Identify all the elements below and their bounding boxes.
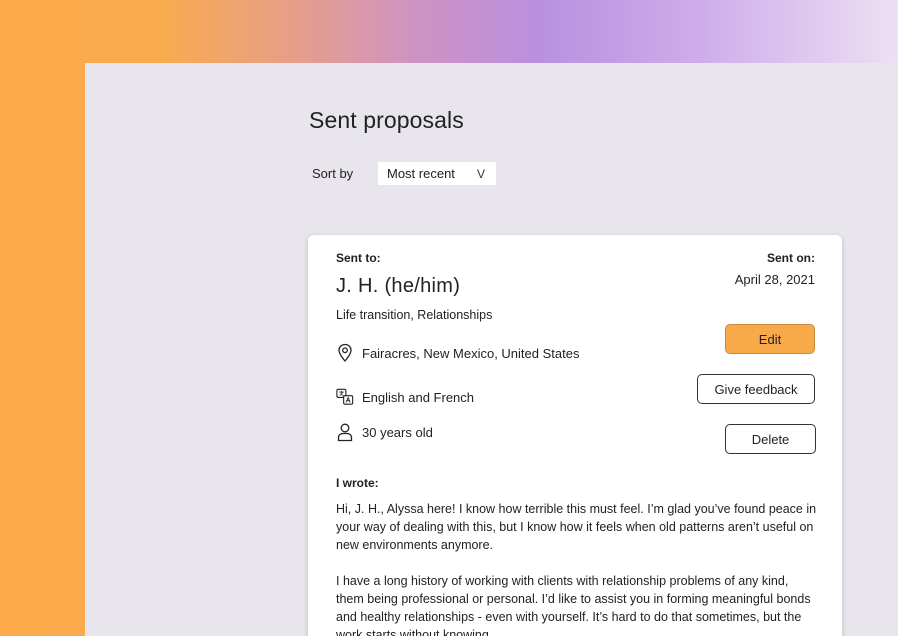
map-pin-icon <box>336 343 354 363</box>
sort-selected-value: Most recent <box>387 166 455 181</box>
sent-to-label: Sent to: <box>336 251 381 265</box>
chevron-down-icon: V <box>476 166 485 181</box>
main-panel: Sent proposals Sort by Most recent V Sen… <box>85 63 898 636</box>
recipient-name: J. H. (he/him) <box>336 275 461 297</box>
language-text: English and French <box>362 389 475 405</box>
message-paragraph: I have a long history of working with cl… <box>336 574 811 636</box>
age-row: 30 years old <box>336 422 433 442</box>
age-text: 30 years old <box>362 424 433 440</box>
language-row: English and French <box>336 387 474 407</box>
delete-button[interactable]: Delete <box>725 424 816 454</box>
message-paragraph: Hi, J. H., Alyssa here! I know how terri… <box>336 502 817 552</box>
sent-on-label: Sent on: <box>767 251 815 265</box>
translate-icon <box>336 387 354 407</box>
proposal-message: Hi, J. H., Alyssa here! I know how terri… <box>336 500 818 636</box>
recipient-topics: Life transition, Relationships <box>336 308 493 322</box>
sort-label: Sort by <box>312 166 354 181</box>
edit-button[interactable]: Edit <box>725 324 815 354</box>
page-title: Sent proposals <box>309 107 464 133</box>
give-feedback-button[interactable]: Give feedback <box>697 374 815 404</box>
sent-on-date: April 28, 2021 <box>734 272 815 287</box>
location-row: Fairacres, New Mexico, United States <box>336 343 579 363</box>
location-text: Fairacres, New Mexico, United States <box>362 345 580 361</box>
wrote-label: I wrote: <box>336 476 379 490</box>
sort-select[interactable]: Most recent V <box>378 162 496 185</box>
person-icon <box>336 422 354 442</box>
proposal-card: Sent to: J. H. (he/him) Life transition,… <box>308 235 842 636</box>
